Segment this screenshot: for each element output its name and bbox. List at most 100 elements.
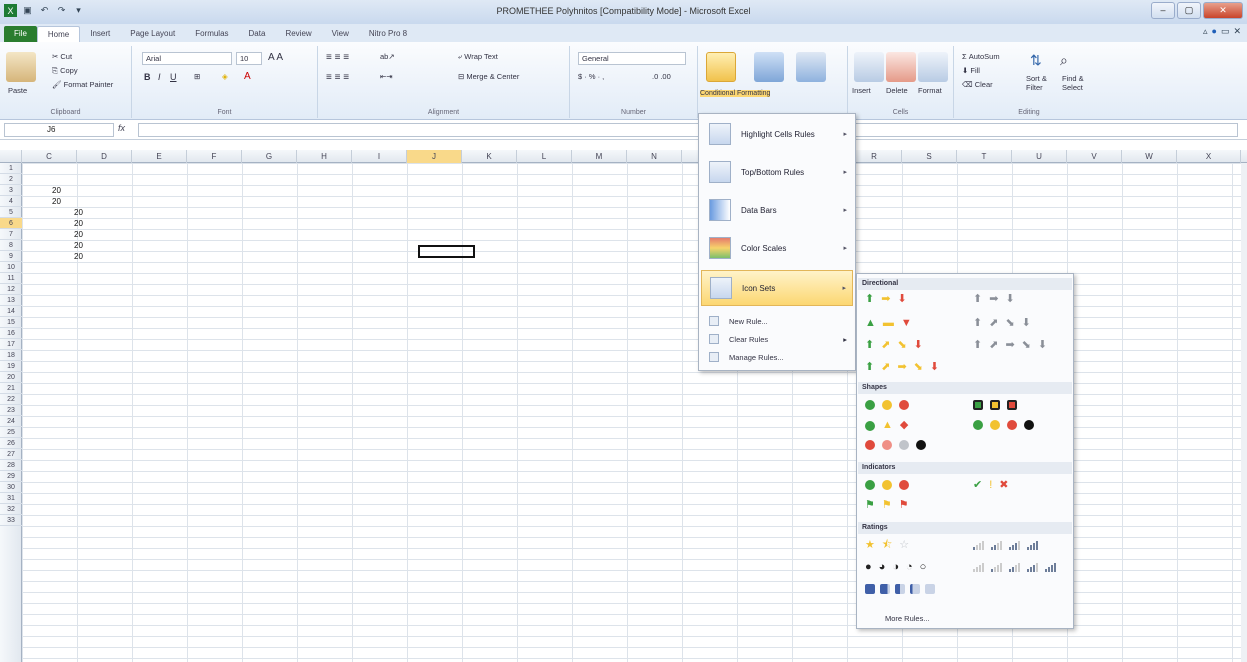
icon-set-3-flags[interactable]: ⚑ ⚑ ⚑ (865, 500, 909, 511)
row-header[interactable]: 27 (0, 449, 22, 460)
row-header[interactable]: 28 (0, 460, 22, 471)
row-header[interactable]: 8 (0, 240, 22, 251)
column-header[interactable]: G (242, 150, 297, 163)
row-header[interactable]: 9 (0, 251, 22, 262)
bold-icon[interactable]: B (144, 72, 151, 82)
icon-set-3-symbols[interactable]: ✔! ✖ (973, 480, 1009, 491)
close-workbook-icon[interactable]: ✕ (1233, 26, 1241, 37)
clear-button[interactable]: ⌫ Clear (962, 80, 993, 89)
fill-button[interactable]: ⬇ Fill (962, 66, 980, 75)
row-header[interactable]: 17 (0, 339, 22, 350)
icon-set-5-quarters[interactable]: ● ◕ ◑ ◔ ○ (865, 562, 926, 573)
icon-set-5-ratings[interactable] (973, 562, 1056, 572)
formula-input[interactable] (138, 123, 1238, 137)
row-header[interactable]: 7 (0, 229, 22, 240)
insert-cells-button[interactable] (854, 52, 884, 82)
row-header[interactable]: 29 (0, 471, 22, 482)
minimize-button[interactable]: – (1151, 2, 1175, 19)
cell-d8[interactable]: 20 (74, 241, 83, 250)
restore-icon[interactable]: ▭ (1221, 26, 1230, 37)
font-size-box[interactable]: 10 (236, 52, 262, 65)
cell-d6[interactable]: 20 (74, 219, 83, 228)
column-header[interactable]: C (22, 150, 77, 163)
fill-color-icon[interactable]: ◈ (222, 72, 228, 81)
currency-icon[interactable]: $ · % · , (578, 72, 604, 81)
row-header[interactable]: 15 (0, 317, 22, 328)
orientation-icon[interactable]: ab↗ (380, 52, 395, 61)
help-icon[interactable]: ● (1212, 26, 1217, 37)
column-header[interactable]: X (1177, 150, 1241, 163)
column-header[interactable]: L (517, 150, 572, 163)
column-header[interactable]: M (572, 150, 627, 163)
row-header[interactable]: 14 (0, 306, 22, 317)
cell-styles-button[interactable] (796, 52, 826, 82)
menu-highlight-cells-rules[interactable]: Highlight Cells Rules ▸ (701, 116, 853, 152)
icon-set-3-traffic-lights[interactable] (865, 400, 909, 410)
format-as-table-button[interactable] (754, 52, 784, 82)
icon-set-3-stars[interactable]: ★ ⯪ ☆ (865, 540, 909, 551)
cell-d9[interactable]: 20 (74, 252, 83, 261)
icon-set-5-arrows-gray[interactable]: ⬆ ⬈ ➡ ⬊ ⬇ (973, 340, 1047, 351)
menu-clear-rules[interactable]: Clear Rules ▸ (701, 332, 853, 346)
maximize-button[interactable]: ▢ (1177, 2, 1201, 19)
number-format-box[interactable]: General (578, 52, 686, 65)
row-header[interactable]: 32 (0, 504, 22, 515)
italic-icon[interactable]: I (158, 72, 161, 82)
row-header[interactable]: 18 (0, 350, 22, 361)
menu-new-rule[interactable]: New Rule... (701, 314, 853, 328)
row-header[interactable]: 21 (0, 383, 22, 394)
row-header[interactable]: 10 (0, 262, 22, 273)
column-header[interactable]: D (77, 150, 132, 163)
icon-set-5-arrows-colored[interactable]: ⬆ ⬈ ➡ ⬊ ⬇ (865, 362, 939, 373)
icon-set-5-boxes[interactable] (865, 584, 935, 594)
cell-d5[interactable]: 20 (74, 208, 83, 217)
column-header[interactable]: N (627, 150, 682, 163)
row-header[interactable]: 30 (0, 482, 22, 493)
conditional-formatting-button[interactable] (706, 52, 736, 82)
menu-top-bottom-rules[interactable]: Top/Bottom Rules ▸ (701, 154, 853, 190)
icon-set-3-symbols-circled[interactable] (865, 480, 909, 490)
row-header[interactable]: 11 (0, 273, 22, 284)
icon-set-4-arrows-gray[interactable]: ⬆ ➡ ⬇ (973, 294, 1015, 305)
name-box[interactable]: J6 (4, 123, 114, 137)
column-header[interactable]: U (1012, 150, 1067, 163)
menu-icon-sets[interactable]: Icon Sets ▸ (701, 270, 853, 306)
sort-filter-icon[interactable]: ⇅ (1030, 52, 1042, 69)
row-header[interactable]: 20 (0, 372, 22, 383)
tab-home[interactable]: Home (36, 26, 81, 42)
tab-review[interactable]: Review (275, 26, 321, 42)
tab-insert[interactable]: Insert (80, 26, 120, 42)
row-header[interactable]: 6 (0, 218, 22, 229)
icon-set-red-to-black[interactable] (865, 440, 926, 450)
icon-set-4-ratings[interactable] (973, 540, 1038, 550)
merge-center-button[interactable]: ⊟ Merge & Center (458, 72, 519, 81)
tab-view[interactable]: View (322, 26, 359, 42)
row-header[interactable]: 4 (0, 196, 22, 207)
icon-set-3-signs[interactable]: ▲ ◆ (865, 420, 908, 431)
delete-cells-button[interactable] (886, 52, 916, 82)
tab-data[interactable]: Data (239, 26, 276, 42)
decimal-icon[interactable]: .0 .00 (652, 72, 671, 81)
active-cell[interactable] (418, 245, 475, 258)
grow-font-icon[interactable]: A A (268, 52, 283, 63)
cell-d7[interactable]: 20 (74, 230, 83, 239)
row-header[interactable]: 3 (0, 185, 22, 196)
row-header[interactable]: 22 (0, 394, 22, 405)
tab-nitro[interactable]: Nitro Pro 8 (359, 26, 417, 42)
close-button[interactable]: ✕ (1203, 2, 1243, 19)
row-header[interactable]: 23 (0, 405, 22, 416)
column-header[interactable]: H (297, 150, 352, 163)
fx-icon[interactable]: fx (118, 123, 125, 133)
menu-color-scales[interactable]: Color Scales ▸ (701, 230, 853, 266)
tab-formulas[interactable]: Formulas (185, 26, 238, 42)
column-header[interactable]: V (1067, 150, 1122, 163)
vertical-scrollbar[interactable] (1241, 163, 1247, 662)
column-header[interactable]: I (352, 150, 407, 163)
row-header[interactable]: 13 (0, 295, 22, 306)
borders-icon[interactable]: ⊞ (194, 72, 200, 81)
row-header[interactable]: 2 (0, 174, 22, 185)
icon-set-4-arrows-gray-b[interactable]: ⬆ ⬈ ⬊ ⬇ (973, 318, 1031, 329)
icon-set-3-traffic-lights-rimmed[interactable] (973, 400, 1017, 410)
icon-set-3-arrows-colored[interactable]: ⬆ ➡ ⬇ (865, 294, 907, 305)
row-header[interactable]: 1 (0, 163, 22, 174)
